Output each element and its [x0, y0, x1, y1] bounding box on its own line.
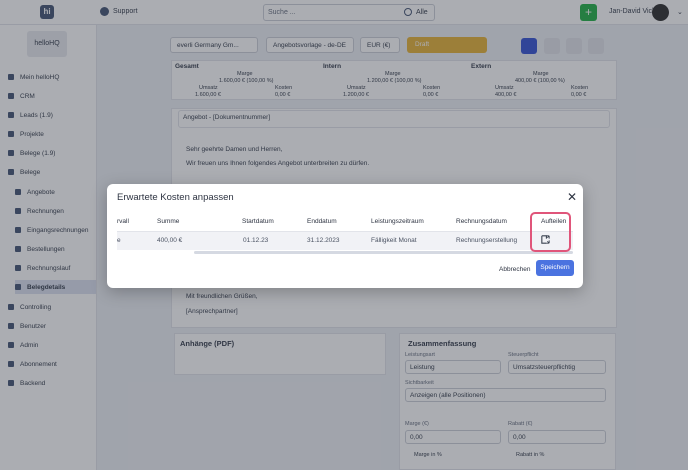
column-header-leistungszeitraum: Leistungszeitraum	[371, 218, 424, 225]
column-header-rechnungsdatum: Rechnungsdatum	[456, 218, 507, 225]
column-header-enddatum: Enddatum	[307, 218, 337, 225]
cell-intervall: e	[117, 237, 121, 244]
column-header-startdatum: Startdatum	[242, 218, 274, 225]
column-header-summe: Summe	[157, 218, 180, 225]
cell-leistungszeitraum: Fälligkeit Monat	[371, 237, 417, 244]
cell-rechnungsdatum: Rechnungserstellung	[456, 237, 518, 244]
cell-startdatum: 01.12.23	[243, 237, 269, 244]
table-header: rvall Summe Startdatum Enddatum Leistung…	[117, 212, 573, 232]
costs-table: rvall Summe Startdatum Enddatum Leistung…	[117, 212, 573, 258]
cell-summe: 400,00 €	[157, 237, 183, 244]
aufteilen-highlight	[530, 212, 571, 252]
column-header-intervall: rvall	[117, 218, 129, 225]
cancel-button[interactable]: Abbrechen	[493, 262, 536, 278]
table-row: e 400,00 € 01.12.23 31.12.2023 Fälligkei…	[117, 232, 573, 250]
close-icon[interactable]: ✕	[565, 190, 579, 204]
dialog-title: Erwartete Kosten anpassen	[117, 192, 234, 203]
cell-enddatum: 31.12.2023	[307, 237, 340, 244]
horizontal-scrollbar[interactable]	[194, 251, 573, 254]
save-button[interactable]: Speichern	[536, 260, 574, 276]
expected-costs-dialog: Erwartete Kosten anpassen ✕ rvall Summe …	[107, 184, 583, 288]
